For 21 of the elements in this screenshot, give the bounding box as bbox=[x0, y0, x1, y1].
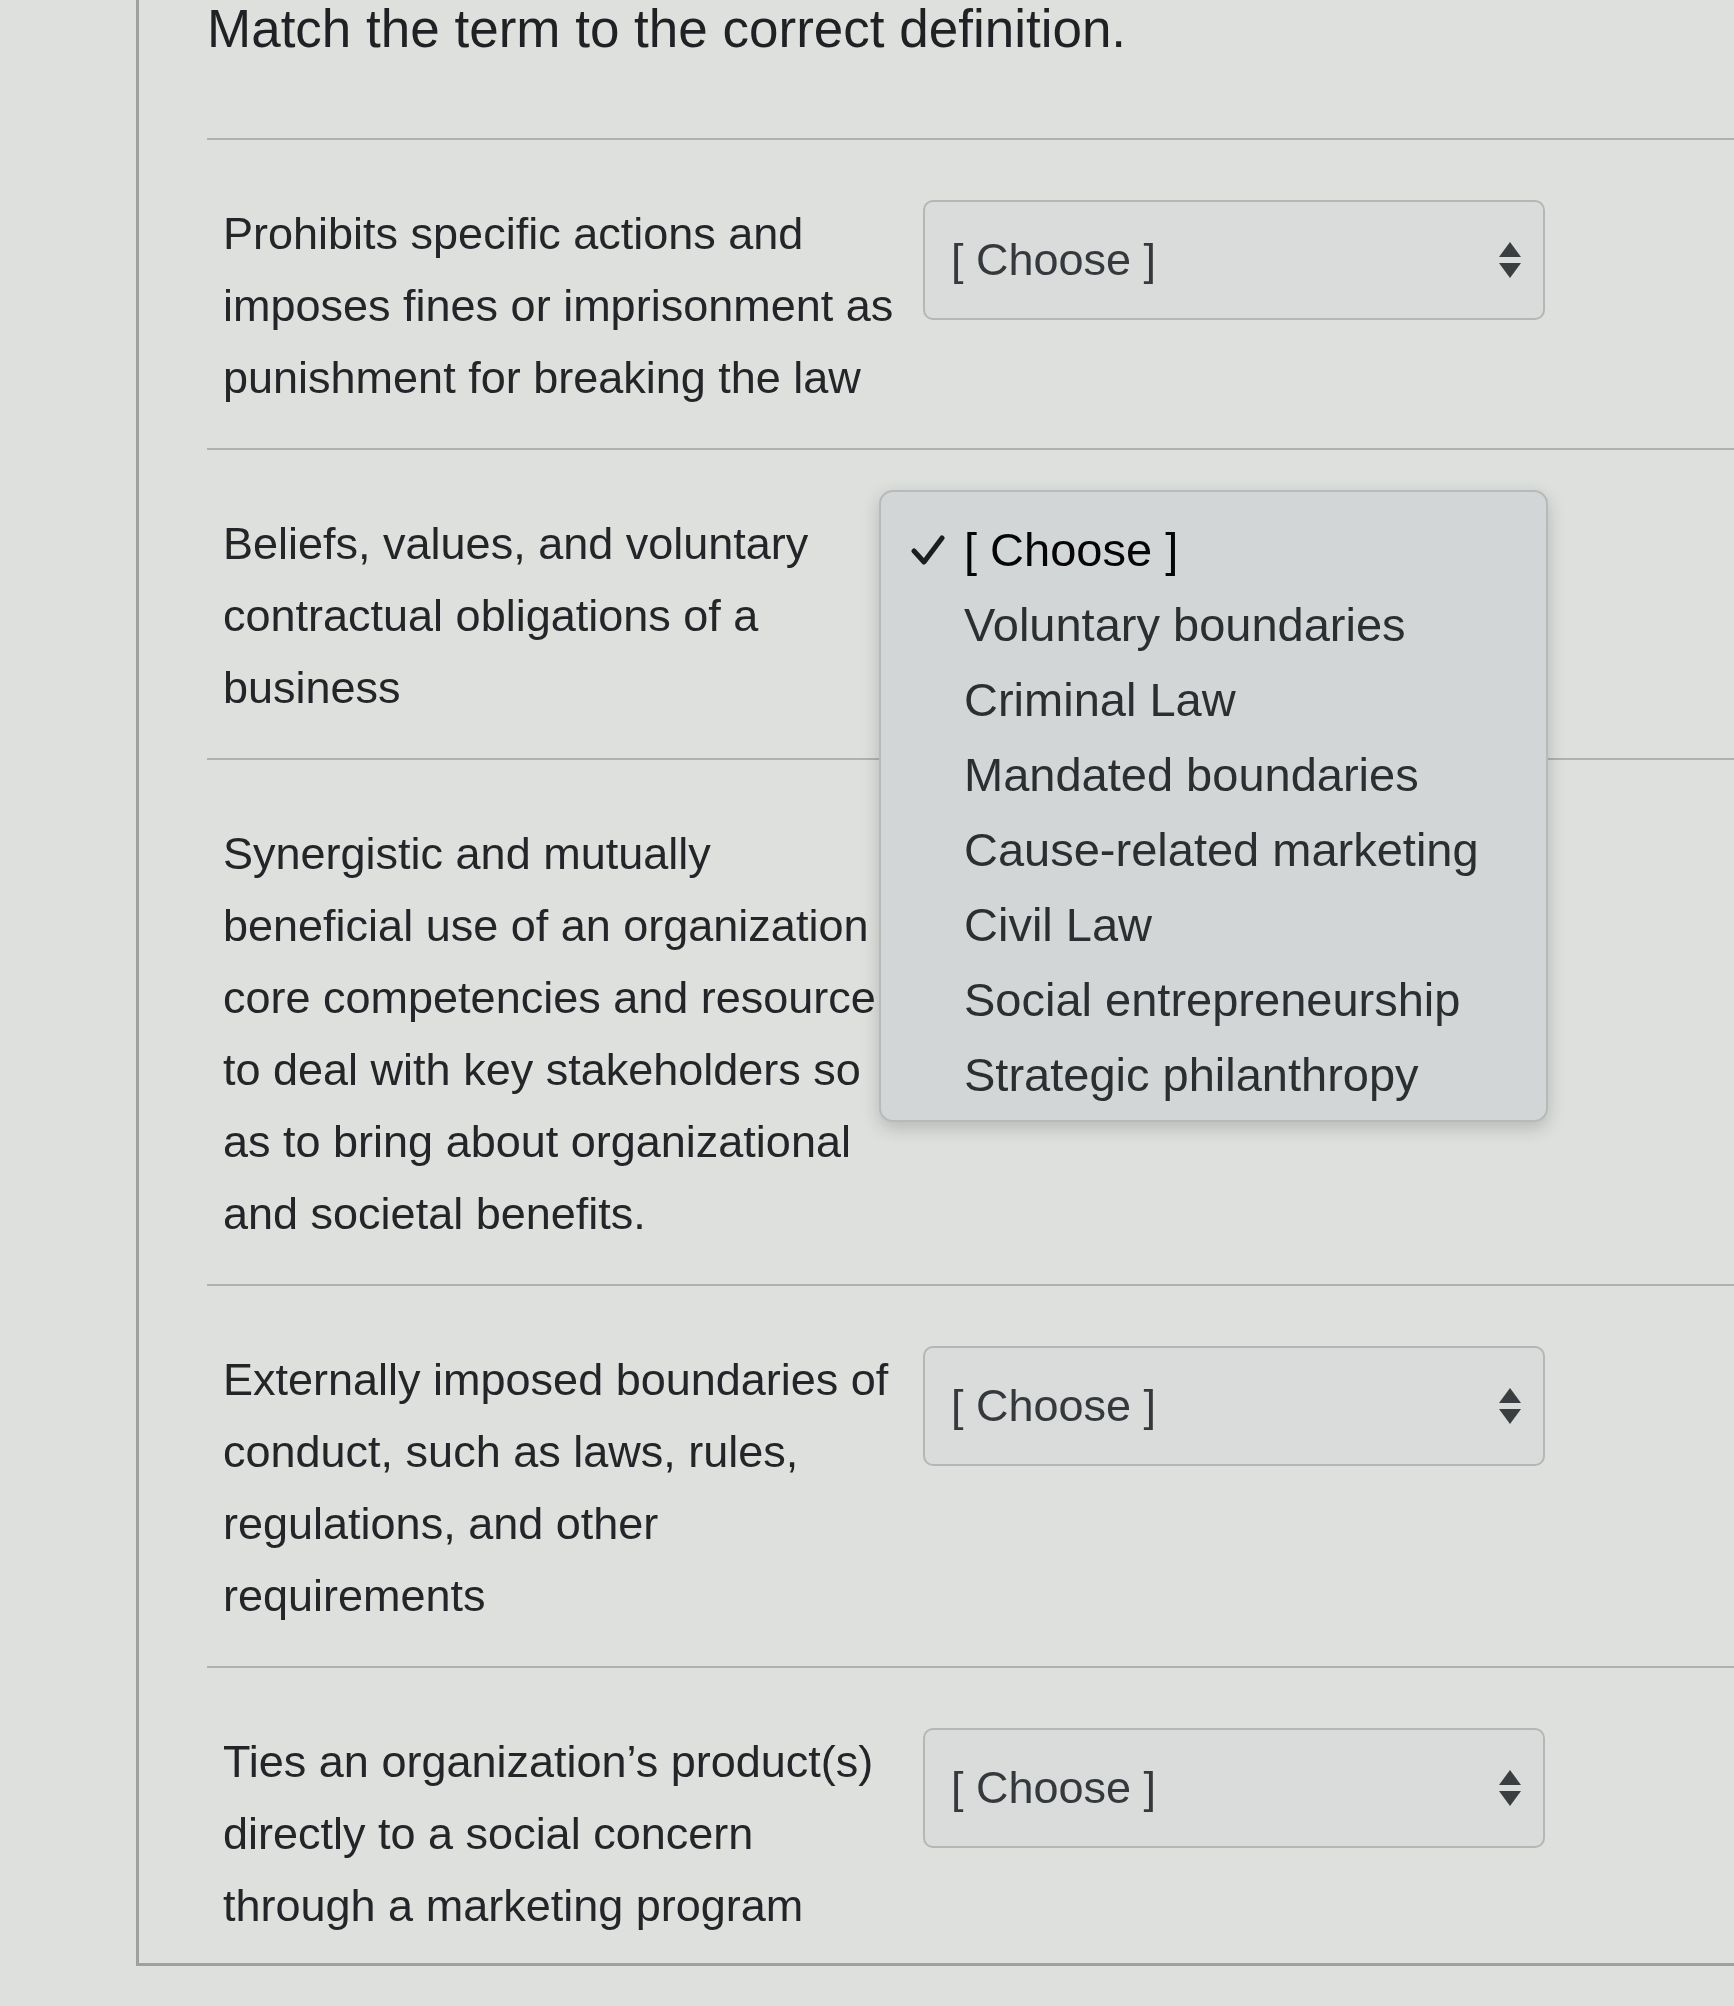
select-dropdown[interactable]: [ Choose ] bbox=[923, 1346, 1545, 1466]
updown-arrow-icon bbox=[1499, 242, 1521, 278]
definition-text: Ties an organization’s product(s) directly to a social concern through a marketing program bbox=[223, 1735, 875, 1933]
menu-option[interactable]: Voluntary boundaries bbox=[911, 587, 1406, 662]
menu-option[interactable]: Criminal Law bbox=[911, 662, 1236, 737]
menu-option[interactable]: Strategic philanthropy bbox=[911, 1037, 1419, 1112]
updown-arrow-icon bbox=[1499, 1770, 1521, 1806]
menu-option[interactable]: Social entrepreneurship bbox=[911, 962, 1461, 1037]
updown-arrow-icon bbox=[1499, 1388, 1521, 1424]
definition-text: Beliefs, values, and voluntary contractual obligations of a business bbox=[223, 517, 810, 715]
menu-option[interactable]: [ Choose ] bbox=[911, 512, 1179, 587]
checkmark-icon bbox=[911, 534, 945, 565]
definition-text: Externally imposed boundaries of conduct, such as laws, rules, regulations, and other requirements bbox=[223, 1353, 890, 1623]
menu-option[interactable]: Mandated boundaries bbox=[911, 737, 1419, 812]
select-dropdown[interactable]: [ Choose ] bbox=[923, 1728, 1545, 1848]
menu-option[interactable]: Cause-related marketing bbox=[911, 812, 1479, 887]
definition-text: Synergistic and mutually beneficial use of an organization core competencies and resource to deal with key stakeholders so as to bring about organizational and societal benefits. bbox=[223, 827, 877, 1241]
definition-text: Prohibits specific actions and imposes fines or imprisonment as punishment for breaking the law bbox=[223, 207, 895, 405]
select-dropdown[interactable]: [ Choose ] bbox=[923, 200, 1545, 320]
page-title: Match the term to the correct definition. bbox=[207, 0, 1127, 58]
menu-option[interactable]: Civil Law bbox=[911, 887, 1153, 962]
